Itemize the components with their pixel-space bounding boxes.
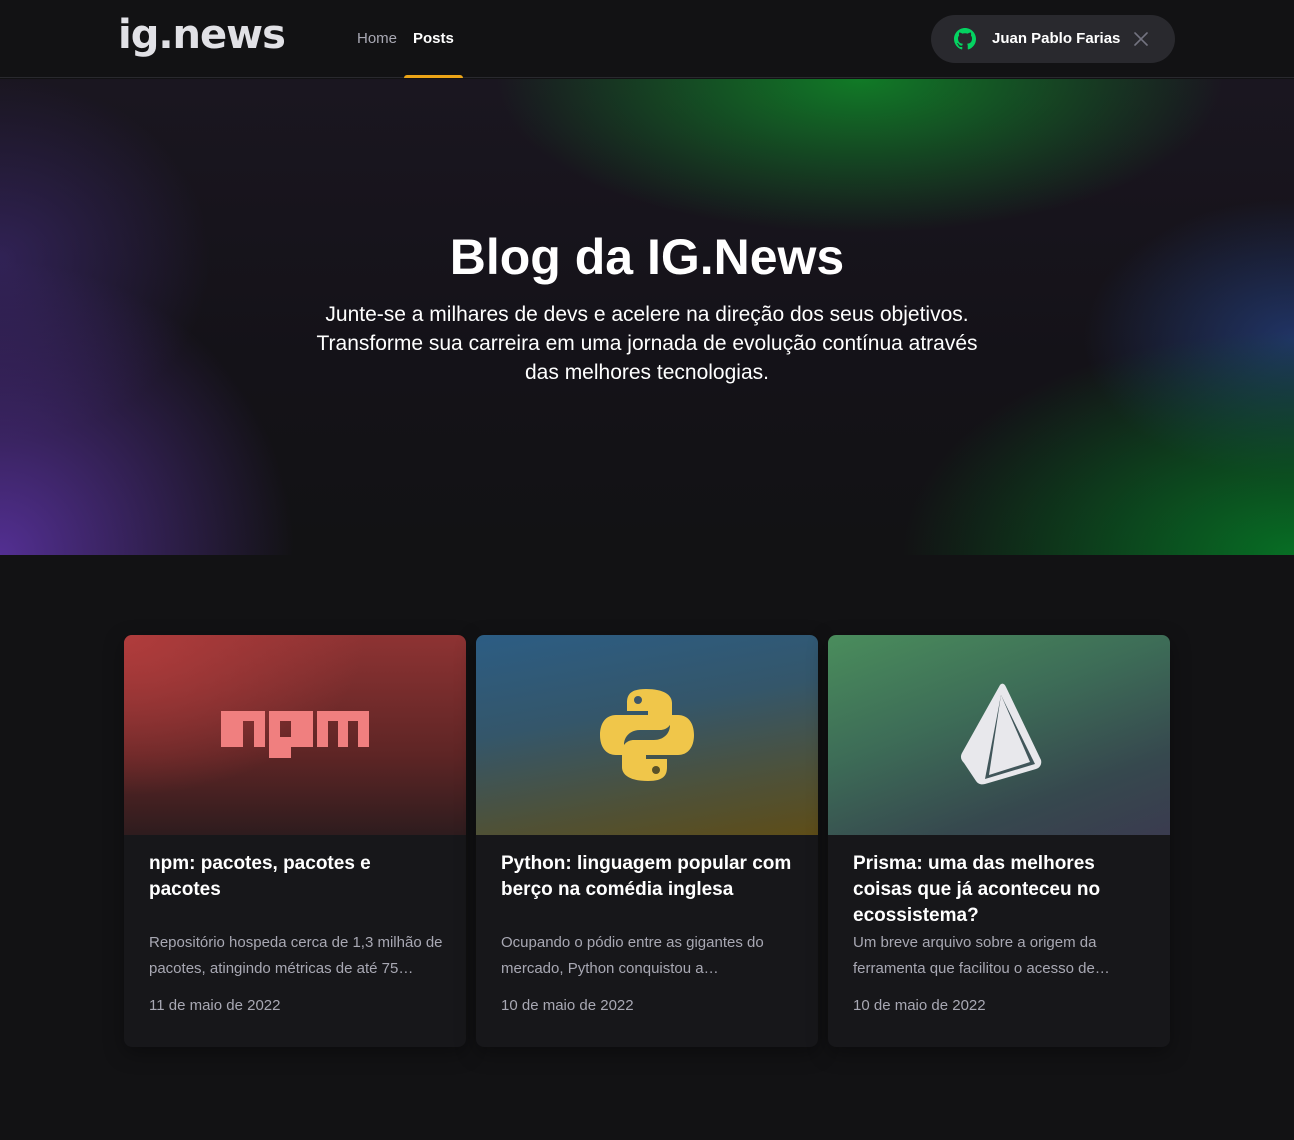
- prisma-logo-icon: [960, 683, 1042, 785]
- user-name: Juan Pablo Farias: [992, 30, 1121, 47]
- post-image-python: [476, 635, 818, 835]
- post-card[interactable]: Prisma: uma das melhores coisas que já a…: [828, 635, 1170, 1047]
- hero-title: Blog da IG.News: [449, 229, 845, 285]
- post-excerpt: Ocupando o pódio entre as gigantes do me…: [501, 934, 764, 977]
- post-date: 10 de maio de 2022: [853, 997, 986, 1014]
- post-title[interactable]: Python: linguagem popular com berço na c…: [501, 851, 796, 903]
- post-date: 10 de maio de 2022: [501, 997, 634, 1014]
- main-nav: Home Posts: [357, 0, 463, 78]
- nav-posts-link[interactable]: Posts: [404, 0, 463, 78]
- npm-logo-icon: [221, 711, 369, 758]
- post-image-prisma: [828, 635, 1170, 835]
- github-icon: [954, 28, 976, 50]
- post-card[interactable]: npm: pacotes, pacotes e pacotes Repositó…: [124, 635, 466, 1047]
- python-logo-icon: [600, 689, 694, 781]
- post-image-npm: [124, 635, 466, 835]
- post-excerpt: Repositório hospeda cerca de 1,3 milhão …: [149, 934, 443, 977]
- site-header: ig.news Home Posts Juan Pablo Farias: [0, 0, 1294, 78]
- post-title[interactable]: Prisma: uma das melhores coisas que já a…: [853, 851, 1148, 929]
- close-icon[interactable]: [1133, 31, 1149, 47]
- post-date: 11 de maio de 2022: [149, 997, 281, 1014]
- nav-home-link[interactable]: Home: [357, 0, 397, 78]
- github-user-button[interactable]: Juan Pablo Farias: [931, 15, 1175, 63]
- post-title[interactable]: npm: pacotes, pacotes e pacotes: [149, 851, 444, 903]
- hero-subtitle: Junte-se a milhares de devs e acelere na…: [316, 303, 978, 384]
- logo[interactable]: ig.news: [118, 12, 286, 58]
- post-card[interactable]: Python: linguagem popular com berço na c…: [476, 635, 818, 1047]
- hero-banner: Blog da IG.News Junte-se a milhares de d…: [0, 79, 1294, 555]
- post-excerpt: Um breve arquivo sobre a origem da ferra…: [853, 934, 1110, 977]
